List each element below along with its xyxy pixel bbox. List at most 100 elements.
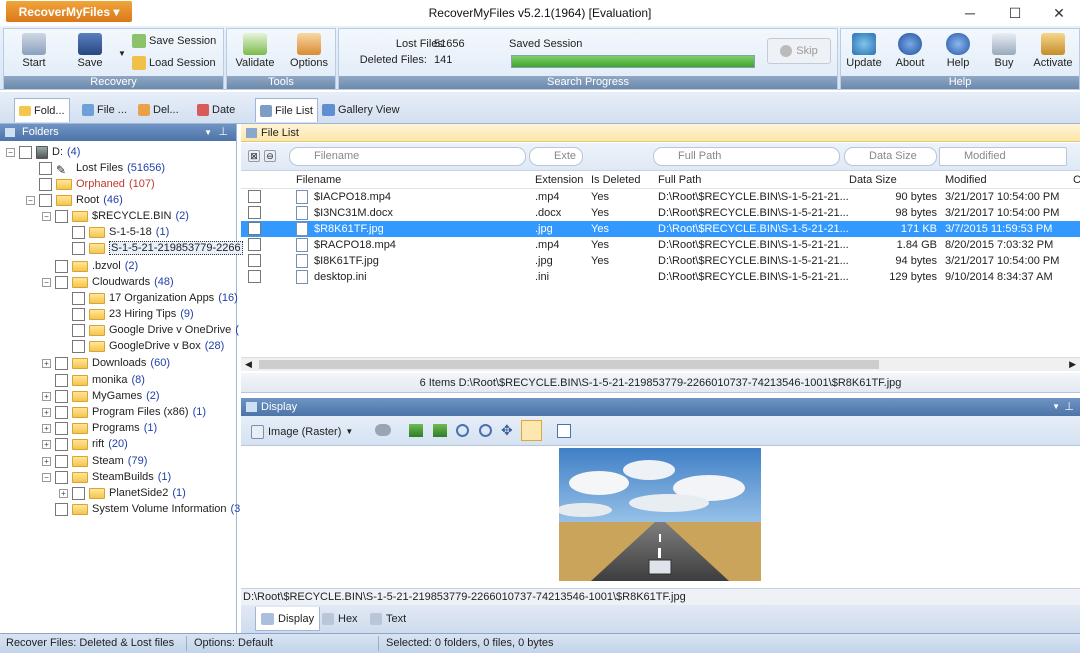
eye-icon[interactable] bbox=[375, 424, 391, 436]
tree-checkbox[interactable] bbox=[72, 241, 85, 255]
tree-checkbox[interactable] bbox=[72, 307, 85, 321]
tree-checkbox[interactable] bbox=[72, 339, 85, 353]
tree-item[interactable]: + rift (20) bbox=[42, 436, 128, 452]
tree-item[interactable]: monika (8) bbox=[42, 372, 145, 388]
pan-icon[interactable]: ✥ bbox=[501, 423, 516, 438]
skip-button[interactable]: Skip bbox=[767, 38, 831, 64]
collapse-icon[interactable]: − bbox=[26, 195, 35, 205]
expand-icon[interactable]: + bbox=[42, 358, 51, 368]
tab-gallery-view[interactable]: Gallery View bbox=[318, 98, 404, 122]
expand-icon[interactable]: + bbox=[42, 407, 51, 417]
column-is-deleted[interactable]: Is Deleted bbox=[591, 174, 641, 186]
tree-checkbox[interactable] bbox=[72, 291, 85, 305]
row-checkbox[interactable] bbox=[248, 190, 261, 203]
file-list-hscrollbar[interactable]: ◀ ▶ bbox=[241, 357, 1080, 371]
tree-item[interactable]: + Downloads (60) bbox=[42, 355, 170, 371]
tree-item[interactable]: + Steam (79) bbox=[42, 453, 147, 469]
table-row[interactable]: $RACPO18.mp4 .mp4 Yes D:\Root\$RECYCLE.BIN\… bbox=[241, 237, 1080, 253]
expand-icon[interactable]: + bbox=[42, 439, 51, 449]
tree-item[interactable]: System Volume Information (3 bbox=[42, 501, 240, 517]
tree-item[interactable]: ✎ Lost Files (51656) bbox=[26, 160, 165, 177]
rotate-right-icon[interactable] bbox=[433, 424, 447, 437]
tree-item[interactable]: + Programs (1) bbox=[42, 420, 157, 436]
row-checkbox[interactable] bbox=[248, 254, 261, 267]
tree-item[interactable]: S-1-5-18 (1) bbox=[59, 224, 169, 240]
collapse-icon[interactable]: − bbox=[42, 211, 51, 221]
tree-checkbox[interactable] bbox=[55, 454, 68, 468]
extension-filter-input[interactable]: Exte bbox=[529, 147, 583, 166]
expand-icon[interactable]: + bbox=[42, 423, 51, 433]
modified-filter-input[interactable]: Modified bbox=[939, 147, 1067, 166]
table-row[interactable]: desktop.ini .ini D:\Root\$RECYCLE.BIN\S-1-… bbox=[241, 269, 1080, 285]
tree-item[interactable]: − Root (46) bbox=[26, 192, 123, 208]
row-checkbox[interactable] bbox=[248, 206, 261, 219]
tree-checkbox[interactable] bbox=[55, 389, 68, 403]
tree-item[interactable]: + Program Files (x86) (1) bbox=[42, 404, 206, 420]
pin-icon[interactable]: ⊥ bbox=[1064, 398, 1074, 416]
tree-item[interactable]: GoogleDrive v Box (28) bbox=[59, 338, 224, 354]
minimize-button[interactable]: ─ bbox=[955, 4, 985, 22]
tab-deleted[interactable]: Del... bbox=[134, 98, 183, 122]
collapse-icon[interactable]: − bbox=[6, 147, 15, 157]
pin-icon[interactable]: ⊥ bbox=[218, 124, 228, 141]
tree-item[interactable]: Google Drive v OneDrive( bbox=[59, 322, 239, 338]
tree-checkbox[interactable] bbox=[72, 225, 85, 239]
validate-button[interactable]: Validate bbox=[229, 31, 281, 75]
column-c[interactable]: C bbox=[1073, 174, 1080, 186]
rotate-left-icon[interactable] bbox=[409, 424, 423, 437]
save-dropdown-icon[interactable]: ▼ bbox=[118, 49, 126, 58]
tree-checkbox[interactable] bbox=[19, 145, 32, 159]
tree-item[interactable]: + PlanetSide2 (1) bbox=[59, 485, 186, 501]
tree-checkbox[interactable] bbox=[39, 161, 52, 175]
column-modified[interactable]: Modified bbox=[945, 174, 987, 186]
scroll-thumb[interactable] bbox=[259, 360, 879, 369]
save-button[interactable]: Save bbox=[64, 31, 116, 75]
tab-display[interactable]: Display bbox=[255, 607, 321, 631]
column-full-path[interactable]: Full Path bbox=[658, 174, 701, 186]
tree-item[interactable]: − SteamBuilds (1) bbox=[42, 469, 171, 485]
tab-file-type[interactable]: File ... bbox=[78, 98, 131, 122]
view-mode-dropdown[interactable]: Image (Raster) ▼ bbox=[251, 422, 353, 441]
tree-checkbox[interactable] bbox=[39, 177, 52, 191]
column-data-size[interactable]: Data Size bbox=[849, 174, 897, 186]
tree-item[interactable]: − D: (4) bbox=[6, 144, 80, 160]
tab-text[interactable]: Text bbox=[365, 607, 411, 631]
table-row[interactable]: $I8K61TF.jpg .jpg Yes D:\Root\$RECYCLE.BIN\… bbox=[241, 253, 1080, 269]
about-button[interactable]: About bbox=[887, 31, 933, 75]
tree-item[interactable]: + MyGames (2) bbox=[42, 388, 160, 404]
buy-button[interactable]: Buy bbox=[981, 31, 1027, 75]
fullpath-filter-input[interactable]: Full Path bbox=[653, 147, 840, 166]
tree-checkbox[interactable] bbox=[55, 421, 68, 435]
help-button[interactable]: Help bbox=[935, 31, 981, 75]
tree-item[interactable]: S-1-5-21-219853779-2266 bbox=[59, 240, 247, 256]
save-session-button[interactable]: Save Session bbox=[132, 32, 216, 50]
filter-toggle-icon[interactable]: ⊖ bbox=[264, 150, 276, 162]
maximize-button[interactable]: ☐ bbox=[1000, 4, 1030, 22]
tab-file-list[interactable]: File List bbox=[255, 98, 318, 122]
column-extension[interactable]: Extension bbox=[535, 174, 583, 186]
tree-item[interactable]: .bzvol (2) bbox=[42, 258, 138, 274]
fit-to-window-icon[interactable] bbox=[521, 420, 542, 441]
panel-dropdown-icon[interactable]: ▼ bbox=[1052, 398, 1060, 416]
tree-item[interactable]: 23 Hiring Tips (9) bbox=[59, 306, 194, 322]
datasize-filter-input[interactable]: Data Size bbox=[844, 147, 937, 166]
zoom-out-icon[interactable] bbox=[479, 424, 492, 437]
tree-item[interactable]: − $RECYCLE.BIN (2) bbox=[42, 208, 189, 224]
table-row[interactable]: $I3NC31M.docx .docx Yes D:\Root\$RECYCLE.BI… bbox=[241, 205, 1080, 221]
tree-item[interactable]: − Cloudwards (48) bbox=[42, 274, 174, 290]
tree-checkbox[interactable] bbox=[72, 486, 85, 500]
panel-dropdown-icon[interactable]: ▼ bbox=[204, 124, 212, 141]
zoom-in-icon[interactable] bbox=[456, 424, 469, 437]
tree-checkbox[interactable] bbox=[39, 193, 52, 207]
tree-checkbox[interactable] bbox=[55, 405, 68, 419]
tree-checkbox[interactable] bbox=[55, 373, 68, 387]
row-checkbox[interactable] bbox=[248, 222, 261, 235]
copy-icon[interactable] bbox=[557, 424, 571, 438]
tree-checkbox[interactable] bbox=[55, 275, 68, 289]
load-session-button[interactable]: Load Session bbox=[132, 54, 216, 72]
collapse-icon[interactable]: − bbox=[42, 472, 51, 482]
row-checkbox[interactable] bbox=[248, 270, 261, 283]
tree-checkbox[interactable] bbox=[55, 259, 68, 273]
tree-item[interactable]: Orphaned (107) bbox=[26, 176, 155, 192]
row-checkbox[interactable] bbox=[248, 238, 261, 251]
